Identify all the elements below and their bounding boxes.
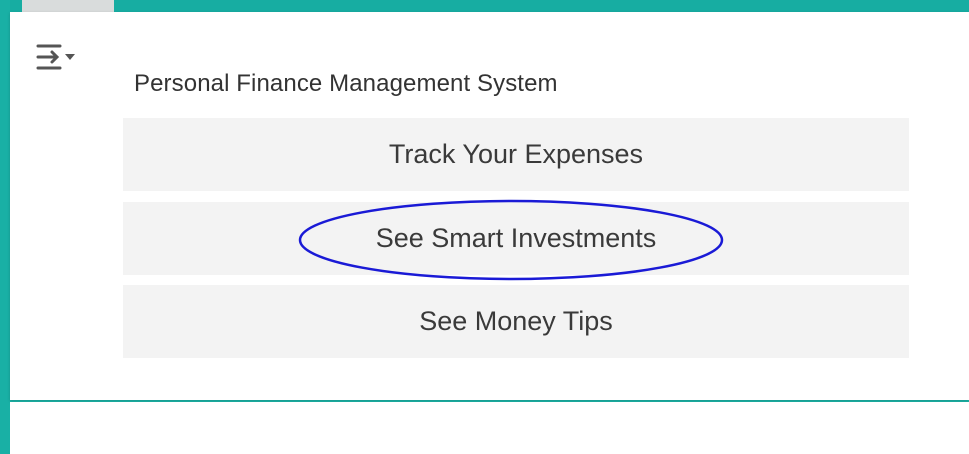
menu-title: Personal Finance Management System <box>134 70 558 97</box>
left-background-strip <box>0 0 10 454</box>
top-background-strip <box>0 0 969 12</box>
menu-item-track-expenses[interactable]: Track Your Expenses <box>123 118 909 191</box>
tab-edge <box>22 0 114 12</box>
collapse-expand-menu-icon[interactable] <box>34 40 90 90</box>
menu-item-smart-investments[interactable]: See Smart Investments <box>123 202 909 275</box>
menu-item-money-tips[interactable]: See Money Tips <box>123 285 909 358</box>
page-background <box>10 402 969 454</box>
